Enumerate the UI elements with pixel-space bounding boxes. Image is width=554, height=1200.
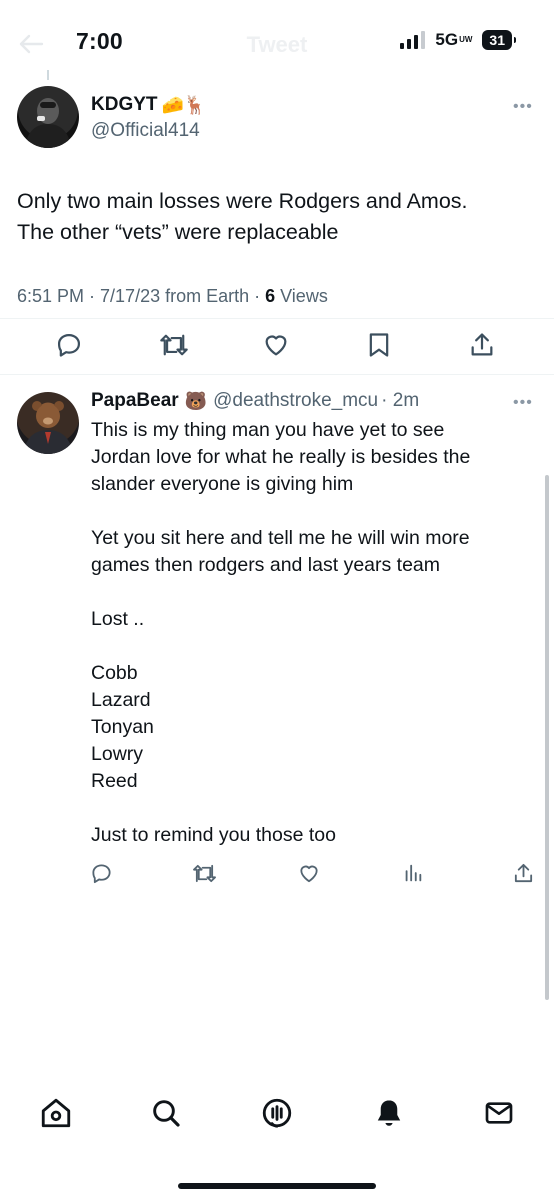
avatar[interactable] (17, 86, 79, 148)
avatar-image (25, 98, 71, 148)
reply-line: This is my thing man you have yet to see (91, 419, 445, 441)
nav-spaces[interactable] (259, 1095, 295, 1131)
reply-header: PapaBear 🐻 @deathstroke_mcu · 2m (91, 390, 419, 412)
tweet-author-handle[interactable]: @Official414 (91, 120, 200, 142)
tweet-text: Only two main losses were Rodgers and Am… (17, 186, 537, 248)
divider (0, 374, 554, 375)
reply-line: games then rodgers and last years team (91, 554, 441, 576)
search-icon (153, 1100, 180, 1127)
messages-icon (485, 1102, 513, 1124)
scrollbar[interactable] (545, 475, 549, 1000)
reply-line: Yet you sit here and tell me he will win… (91, 527, 470, 549)
reply-line: Jordan love for what he really is beside… (91, 446, 471, 468)
tweet-text-line: The other “vets” were replaceable (17, 220, 339, 244)
notifications-icon (377, 1100, 401, 1126)
retweet-button[interactable] (191, 860, 217, 886)
reply-icon (57, 333, 81, 357)
bottom-nav (0, 1095, 554, 1143)
home-indicator[interactable] (178, 1183, 376, 1189)
reply-icon (91, 863, 111, 883)
reply-line: Lowry (91, 743, 144, 765)
tweet-author-name[interactable]: KDGYT 🧀🦌 (91, 94, 206, 116)
reply-action-bar (0, 860, 554, 886)
views-button[interactable] (400, 860, 426, 886)
reply-line: Tonyan (91, 716, 154, 738)
avatar-image (23, 401, 73, 454)
display-name[interactable]: KDGYT (91, 94, 158, 116)
tweet-text-line: Only two main losses were Rodgers and Am… (17, 189, 468, 213)
home-icon (41, 1098, 71, 1128)
reply-author-name[interactable]: PapaBear (91, 390, 179, 412)
reply-button[interactable] (54, 330, 84, 360)
like-icon (300, 865, 318, 882)
more-options-icon[interactable]: ••• (513, 98, 533, 116)
more-options-icon[interactable]: ••• (513, 394, 533, 412)
share-icon (514, 863, 532, 882)
reply-line: Just to remind you those too (91, 824, 336, 846)
reply-avatar[interactable] (17, 392, 79, 454)
reply-line: Reed (91, 770, 138, 792)
name-emojis: 🧀🦌 (161, 94, 207, 115)
retweet-button[interactable] (159, 330, 189, 360)
share-icon (471, 333, 493, 356)
tweet-meta: 6:51 PM · 7/17/23 from Earth · 6 Views (17, 286, 328, 307)
views-count[interactable]: 6 (265, 286, 275, 306)
like-button[interactable] (296, 860, 322, 886)
share-button[interactable] (467, 330, 497, 360)
page-title: Tweet (246, 32, 308, 57)
reply-line: Lazard (91, 689, 151, 711)
retweet-icon (192, 864, 216, 882)
name-emoji: 🐻 (184, 390, 208, 411)
reply-author-handle[interactable]: @deathstroke_mcu (213, 390, 378, 412)
bookmark-button[interactable] (364, 330, 394, 360)
tweet-timestamp: 6:51 PM · 7/17/23 from Earth · (17, 286, 266, 306)
nav-home[interactable] (38, 1095, 74, 1131)
like-button[interactable] (261, 330, 291, 360)
thread-line (47, 70, 49, 80)
reply-time: · 2m (381, 390, 420, 411)
nav-messages[interactable] (481, 1095, 517, 1131)
nav-notifications[interactable] (371, 1095, 407, 1131)
bookmark-icon (369, 333, 389, 357)
reply-line: Cobb (91, 662, 138, 684)
reply-line: Lost .. (91, 608, 145, 630)
reply-line: slander everyone is giving him (91, 473, 354, 495)
like-icon (265, 335, 287, 356)
divider (0, 318, 554, 319)
spaces-icon (262, 1098, 292, 1128)
share-button[interactable] (510, 860, 536, 886)
tweet-action-bar (0, 330, 554, 362)
views-icon (405, 864, 422, 882)
retweet-icon (160, 334, 188, 356)
reply-text: This is my thing man you have yet to see… (91, 417, 531, 849)
nav-search[interactable] (148, 1095, 184, 1131)
reply-button[interactable] (88, 860, 114, 886)
views-label[interactable]: Views (275, 286, 328, 306)
